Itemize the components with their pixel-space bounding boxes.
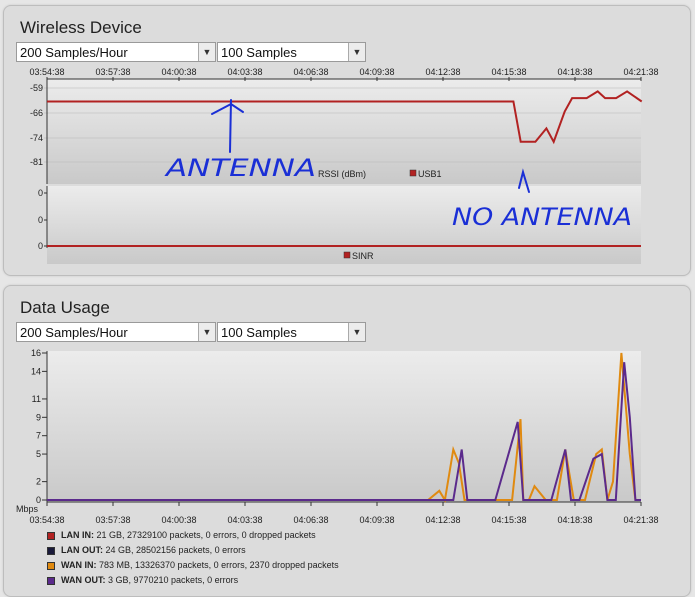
- time-tick-label: 04:06:38: [293, 67, 328, 77]
- time-tick-label: 03:57:38: [95, 67, 130, 77]
- legend-swatch: [47, 546, 55, 555]
- sinr-legend-swatch: [343, 251, 351, 259]
- time-tick-label: 04:00:38: [161, 515, 196, 525]
- usb1-legend-swatch: [409, 169, 417, 177]
- annotation-antenna: ANTENNA: [163, 154, 316, 182]
- time-tick-label: 03:57:38: [95, 515, 130, 525]
- usage-tick-label: 7: [36, 431, 41, 441]
- charts-canvas: 03:54:38 03:57:38 04:00:38 04:03:38 04:06:38…: [16, 67, 659, 525]
- rssi-legend-label: RSSI (dBm): [318, 169, 366, 179]
- usage-time-axis: 03:54:38 03:57:38 04:00:38 04:03:38 04:06:38…: [29, 502, 659, 525]
- legend-item: WAN IN: 783 MB, 13326370 packets, 0 erro…: [47, 560, 339, 574]
- time-tick-label: 04:09:38: [359, 515, 394, 525]
- sinr-tick-label: 0: [38, 188, 43, 198]
- legend-swatch: [47, 561, 55, 570]
- legend-item: WAN OUT: 3 GB, 9770210 packets, 0 errors: [47, 575, 238, 589]
- legend-detail: 24 GB, 28502156 packets, 0 errors: [105, 545, 246, 555]
- rssi-tick-label: -74: [30, 133, 43, 143]
- time-tick-label: 04:18:38: [557, 515, 592, 525]
- rssi-tick-label: -81: [30, 157, 43, 167]
- usage-tick-label: 2: [36, 477, 41, 487]
- legend-swatch: [47, 531, 55, 540]
- annotation-no-antenna: NO ANTENNA: [452, 203, 632, 231]
- sinr-tick-label: 0: [38, 215, 43, 225]
- usage-tick-label: 9: [36, 412, 41, 422]
- usage-tick-label: 5: [36, 449, 41, 459]
- time-tick-label: 04:06:38: [293, 515, 328, 525]
- legend-label: WAN IN:: [61, 560, 99, 570]
- legend-detail: 21 GB, 27329100 packets, 0 errors, 0 dro…: [96, 530, 316, 540]
- time-tick-label: 04:12:38: [425, 515, 460, 525]
- rssi-tick-label: -59: [30, 83, 43, 93]
- time-tick-label: 04:09:38: [359, 67, 394, 77]
- time-tick-label: 04:18:38: [557, 67, 592, 77]
- usage-value-axis: 16141197520: [31, 348, 47, 505]
- time-tick-label: 04:21:38: [623, 67, 658, 77]
- time-tick-label: 04:03:38: [227, 515, 262, 525]
- time-tick-label: 04:21:38: [623, 515, 658, 525]
- usage-tick-label: 14: [31, 366, 41, 376]
- usage-y-unit: Mbps: [16, 504, 39, 514]
- time-tick-label: 03:54:38: [29, 67, 64, 77]
- usage-tick-label: 16: [31, 348, 41, 358]
- usage-plot-area: [47, 351, 641, 502]
- legend-label: LAN IN:: [61, 530, 97, 540]
- time-tick-label: 04:03:38: [227, 67, 262, 77]
- time-tick-label: 04:12:38: [425, 67, 460, 77]
- sinr-value-axis: 0 0 0: [38, 188, 47, 251]
- time-tick-label: 04:15:38: [491, 67, 526, 77]
- legend-swatch: [47, 576, 55, 585]
- rssi-tick-label: -66: [30, 108, 43, 118]
- legend-label: WAN OUT:: [61, 575, 108, 585]
- legend-item: LAN OUT: 24 GB, 28502156 packets, 0 erro…: [47, 545, 246, 559]
- time-tick-label: 03:54:38: [29, 515, 64, 525]
- usb1-legend-label: USB1: [418, 169, 442, 179]
- usage-tick-label: 11: [32, 394, 41, 404]
- sinr-tick-label: 0: [38, 241, 43, 251]
- legend-item: LAN IN: 21 GB, 27329100 packets, 0 error…: [47, 530, 316, 544]
- time-tick-label: 04:00:38: [161, 67, 196, 77]
- legend-detail: 3 GB, 9770210 packets, 0 errors: [108, 575, 239, 585]
- time-tick-label: 04:15:38: [491, 515, 526, 525]
- legend-label: LAN OUT:: [61, 545, 106, 555]
- legend-detail: 783 MB, 13326370 packets, 0 errors, 2370…: [99, 560, 339, 570]
- sinr-legend-label: SINR: [352, 251, 374, 261]
